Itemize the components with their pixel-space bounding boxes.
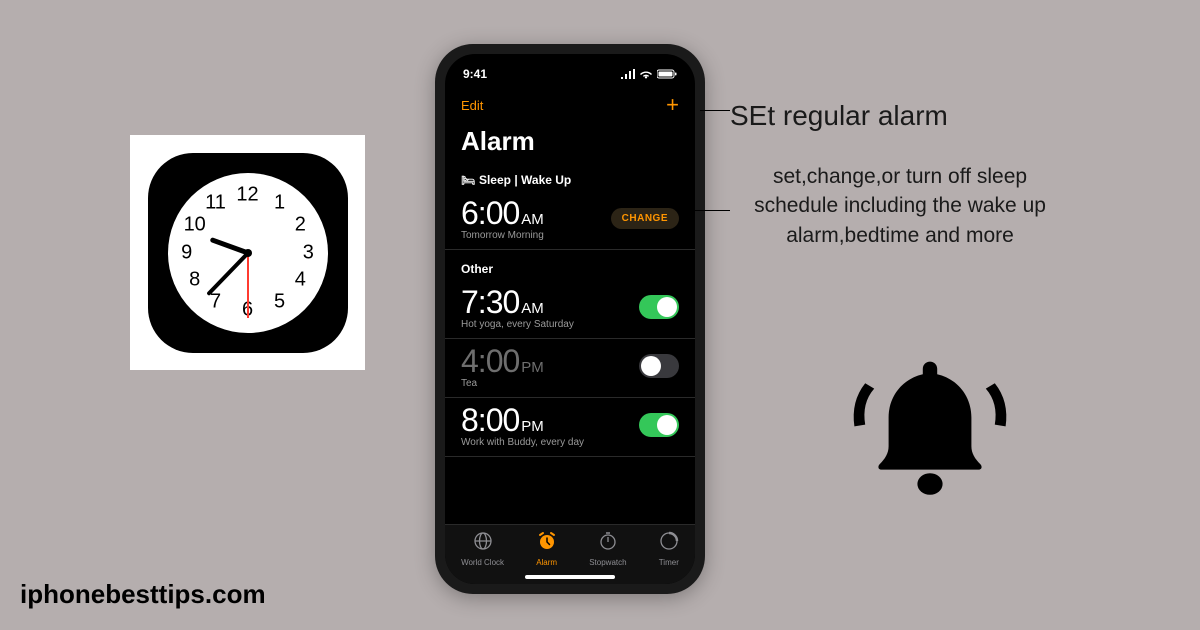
- alarm-row[interactable]: 4:00 PM Tea: [445, 339, 695, 398]
- clock-num-5: 5: [274, 291, 285, 314]
- tab-label: World Clock: [461, 558, 504, 567]
- alarm-label: Work with Buddy, every day: [461, 437, 584, 448]
- footer-text: iphonebesttips.com: [20, 579, 266, 610]
- sleep-alarm-label: Tomorrow Morning: [461, 230, 544, 241]
- hour-hand: [209, 236, 248, 254]
- status-icons: [621, 69, 677, 79]
- clock-num-3: 3: [303, 241, 314, 264]
- stopwatch-icon: [598, 531, 618, 556]
- right-content: SEt regular alarm set,change,or turn off…: [730, 100, 1070, 250]
- alarm-toggle[interactable]: [639, 413, 679, 437]
- battery-icon: [657, 69, 677, 79]
- clock-num-1: 1: [274, 191, 285, 214]
- alarm-ampm: AM: [521, 300, 544, 317]
- clock-num-9: 9: [181, 241, 192, 264]
- home-indicator[interactable]: [525, 575, 615, 579]
- sleep-section-header: 🛏 Sleep | Wake Up: [445, 167, 695, 191]
- headline-text: SEt regular alarm: [730, 100, 1070, 132]
- clock-num-11: 11: [205, 191, 226, 214]
- subtext: set,change,or turn off sleep schedule in…: [730, 162, 1070, 250]
- status-time: 9:41: [463, 67, 487, 81]
- sleep-alarm-row[interactable]: 6:00 AM Tomorrow Morning CHANGE: [445, 191, 695, 250]
- alarm-toggle[interactable]: [639, 354, 679, 378]
- connector-line: [690, 210, 730, 211]
- clock-face: 12 1 2 3 4 5 6 7 8 9 10 11: [168, 173, 328, 333]
- tab-bar: World Clock Alarm Stopwatch Timer: [445, 524, 695, 584]
- clock-num-10: 10: [184, 214, 206, 237]
- add-alarm-button[interactable]: +: [666, 92, 679, 118]
- sleep-alarm-ampm: AM: [521, 211, 544, 228]
- alarm-row[interactable]: 7:30 AM Hot yoga, every Saturday: [445, 280, 695, 339]
- clock-icon-rounded: 12 1 2 3 4 5 6 7 8 9 10 11: [148, 153, 348, 353]
- globe-icon: [473, 531, 493, 556]
- alarm-label: Hot yoga, every Saturday: [461, 319, 574, 330]
- tab-world-clock[interactable]: World Clock: [461, 531, 504, 584]
- clock-num-7: 7: [210, 291, 221, 314]
- alarm-ampm: PM: [521, 359, 544, 376]
- change-button[interactable]: CHANGE: [611, 208, 679, 229]
- alarm-toggle[interactable]: [639, 295, 679, 319]
- page-title: Alarm: [445, 124, 695, 167]
- other-section-header: Other: [445, 250, 695, 280]
- tab-label: Alarm: [536, 558, 557, 567]
- notch: [510, 54, 630, 76]
- second-hand: [247, 253, 249, 318]
- tab-timer[interactable]: Timer: [659, 531, 679, 584]
- clock-num-12: 12: [236, 183, 258, 206]
- alarm-time: 4:00: [461, 343, 519, 380]
- iphone-mockup: 9:41 Edit + Alarm 🛏 Sleep | Wake Up 6:00…: [435, 44, 705, 594]
- clock-num-8: 8: [189, 268, 200, 291]
- sleep-alarm-time: 6:00: [461, 195, 519, 232]
- alarm-time: 8:00: [461, 402, 519, 439]
- alarm-icon: [537, 531, 557, 556]
- edit-button[interactable]: Edit: [461, 98, 483, 113]
- wifi-icon: [639, 69, 653, 79]
- clock-app-icon: 12 1 2 3 4 5 6 7 8 9 10 11: [130, 135, 365, 370]
- phone-screen: 9:41 Edit + Alarm 🛏 Sleep | Wake Up 6:00…: [445, 54, 695, 584]
- timer-icon: [659, 531, 679, 556]
- minute-hand: [206, 251, 249, 296]
- nav-bar: Edit +: [445, 86, 695, 124]
- sleep-header-text: Sleep | Wake Up: [479, 173, 571, 187]
- clock-center: [244, 249, 252, 257]
- tab-label: Stopwatch: [589, 558, 626, 567]
- bed-icon: 🛏: [461, 174, 475, 187]
- alarm-row[interactable]: 8:00 PM Work with Buddy, every day: [445, 398, 695, 457]
- alarm-label: Tea: [461, 378, 544, 389]
- clock-num-2: 2: [295, 214, 306, 237]
- tab-label: Timer: [659, 558, 679, 567]
- clock-num-4: 4: [295, 268, 306, 291]
- alarm-ampm: PM: [521, 418, 544, 435]
- bell-icon: [840, 340, 1020, 525]
- alarm-time: 7:30: [461, 284, 519, 321]
- connector-line: [700, 110, 730, 111]
